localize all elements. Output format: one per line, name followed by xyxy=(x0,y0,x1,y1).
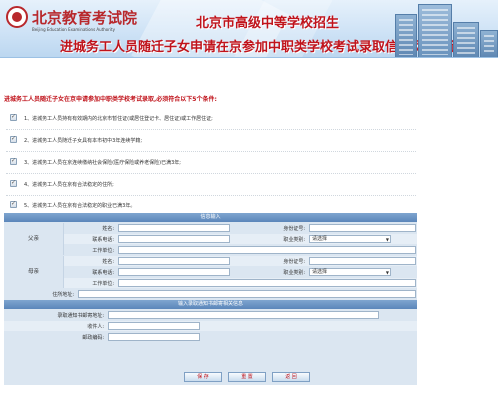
checkmark-icon xyxy=(10,113,17,121)
mother-id-input[interactable] xyxy=(309,257,416,265)
condition-text: 4、进城务工人员在京有合法稳定的住所; xyxy=(24,182,114,188)
recipient-label: 收件人: xyxy=(87,324,104,330)
father-id-input[interactable] xyxy=(309,224,416,232)
building-illustration xyxy=(395,14,417,57)
mother-phone-input[interactable] xyxy=(118,268,230,276)
postcode-label: 邮政编码: xyxy=(82,335,104,341)
mother-work-label: 工作单位: xyxy=(92,281,114,287)
logo: 北京教育考试院 Beijing Education Examinations A… xyxy=(6,6,141,36)
page: 北京教育考试院 Beijing Education Examinations A… xyxy=(0,0,498,400)
chevron-down-icon: ▼ xyxy=(385,270,389,275)
divider xyxy=(6,173,416,174)
mother-phone-label: 联系电话: xyxy=(92,270,114,276)
address-label: 住所地址: xyxy=(52,292,74,298)
father-work-input[interactable] xyxy=(118,246,416,254)
condition-text: 2、进城务工人员随迁子女具有本市初中3年连续学籍; xyxy=(24,138,143,144)
condition-text: 5、进城务工人员在京有合法稳定的职业已满3年。 xyxy=(24,203,136,209)
section-header-mail: 输入录取通知书邮寄相关信息 xyxy=(4,300,417,309)
chevron-down-icon: ▼ xyxy=(385,237,389,242)
divider xyxy=(6,129,416,130)
father-group-label: 父亲 xyxy=(4,223,64,255)
application-form: 信息输入 父亲 姓名: 身份证号: 联系电话: 职业类别: 请选择 ▼ 工作单位… xyxy=(4,213,417,385)
father-name-input[interactable] xyxy=(118,224,230,232)
father-job-select[interactable]: 请选择 ▼ xyxy=(309,235,391,243)
postcode-input[interactable] xyxy=(108,333,200,341)
mother-work-input[interactable] xyxy=(118,279,416,287)
mother-job-value: 请选择 xyxy=(312,269,328,275)
father-work-label: 工作单位: xyxy=(92,248,114,254)
logo-text: 北京教育考试院 xyxy=(32,9,138,27)
checkmark-icon xyxy=(10,157,17,165)
mother-name-input[interactable] xyxy=(118,257,230,265)
mail-address-input[interactable] xyxy=(108,311,379,319)
notice-heading: 进城务工人员随迁子女在京申请参加中职类学校考试录取,必须符合以下5个条件: xyxy=(4,96,217,103)
reset-button[interactable]: 重 置 xyxy=(228,372,266,382)
checkmark-icon xyxy=(10,179,17,187)
address-input[interactable] xyxy=(78,290,416,298)
seal-icon xyxy=(6,6,28,28)
banner-title: 北京市高级中等学校招生 xyxy=(196,16,340,31)
header-banner: 北京教育考试院 Beijing Education Examinations A… xyxy=(0,0,498,58)
save-button[interactable]: 保 存 xyxy=(184,372,222,382)
mother-id-label: 身份证号: xyxy=(283,259,305,265)
condition-text: 3、进城务工人员在京连续缴纳社会保险(医疗保险或养老保险)已满3年; xyxy=(24,160,181,166)
checkmark-icon xyxy=(10,200,17,208)
divider xyxy=(6,195,416,196)
divider xyxy=(6,151,416,152)
building-illustration xyxy=(480,30,498,57)
father-phone-input[interactable] xyxy=(118,235,230,243)
mother-group-label: 母亲 xyxy=(4,256,64,288)
logo-english-text: Beijing Education Examinations Authority xyxy=(32,27,115,32)
father-id-label: 身份证号: xyxy=(283,226,305,232)
section-header-info: 信息输入 xyxy=(4,213,417,222)
recipient-input[interactable] xyxy=(108,322,200,330)
back-button[interactable]: 返 回 xyxy=(272,372,310,382)
mother-job-label: 职业类别: xyxy=(283,270,305,276)
father-job-label: 职业类别: xyxy=(283,237,305,243)
checkmark-icon xyxy=(10,135,17,143)
father-name-label: 姓名: xyxy=(102,226,114,232)
mail-address-label: 录取通知书邮寄地址: xyxy=(57,313,104,319)
condition-text: 1、进城务工人员持有有效期内的北京市暂住证(或居住登记卡、居住证)或工作居住证; xyxy=(24,116,213,122)
building-illustration xyxy=(418,4,452,57)
father-job-value: 请选择 xyxy=(312,236,328,242)
building-illustration xyxy=(453,22,479,57)
mother-job-select[interactable]: 请选择 ▼ xyxy=(309,268,391,276)
mother-name-label: 姓名: xyxy=(102,259,114,265)
father-phone-label: 联系电话: xyxy=(92,237,114,243)
